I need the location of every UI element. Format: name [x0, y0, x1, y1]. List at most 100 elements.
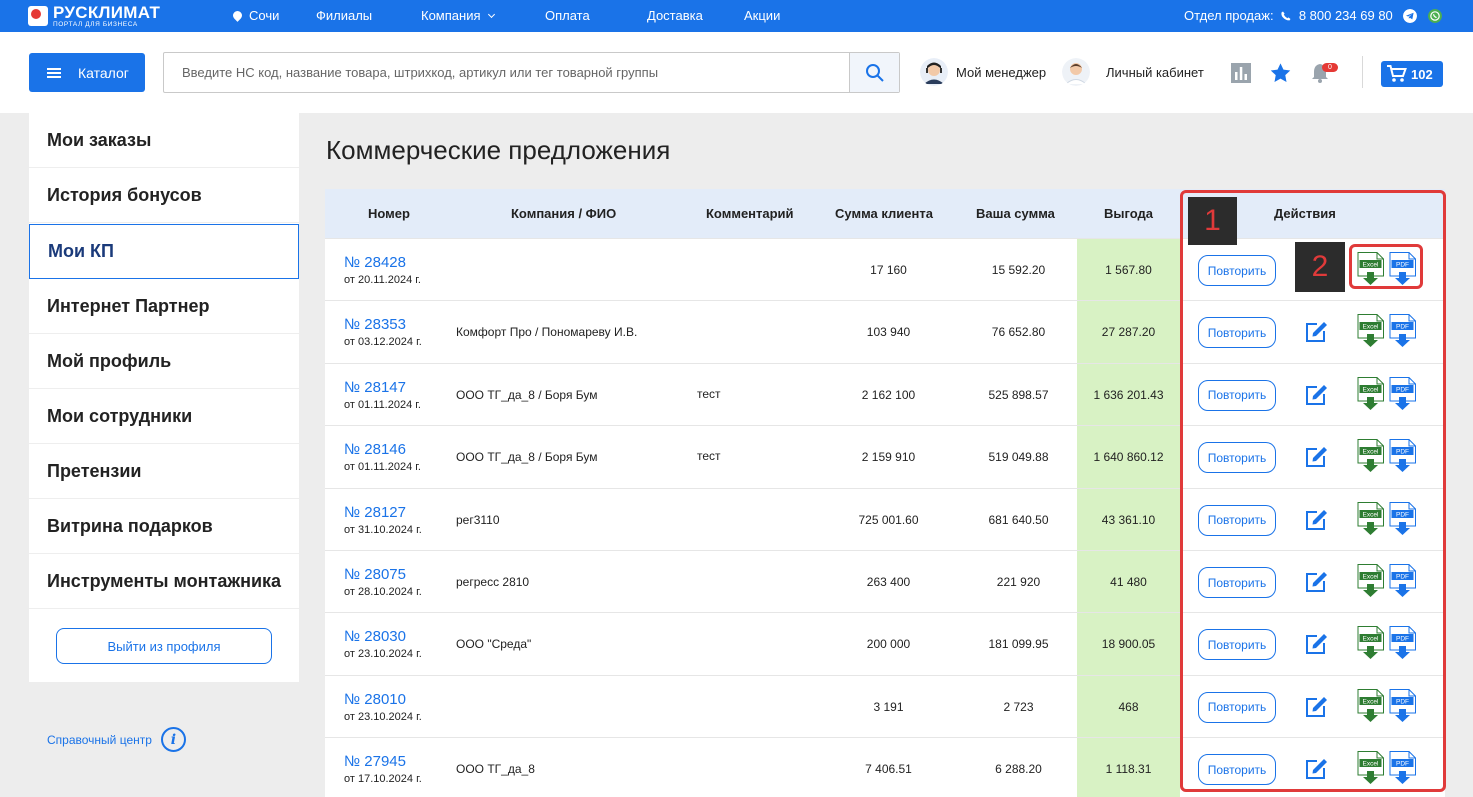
info-icon: i [160, 727, 186, 752]
offer-company: ООО ТГ_да_8 / Боря Бум [456, 387, 598, 402]
offer-number-link[interactable]: № 28353 [344, 316, 406, 333]
offer-client-sum: 3 191 [873, 699, 904, 714]
header-divider [1362, 56, 1363, 88]
sidebar-item-orders[interactable]: Мои заказы [29, 113, 299, 168]
notifications-badge: 0 [1322, 63, 1338, 72]
annotation-frame-downloads [1349, 244, 1423, 289]
offer-date: от 28.10.2024 г. [344, 586, 422, 598]
favorites-star-icon[interactable] [1270, 63, 1291, 83]
telegram-icon[interactable] [1403, 9, 1417, 23]
sidebar-item-internet-partner[interactable]: Интернет Партнер [29, 279, 299, 334]
column-comment: Комментарий [706, 206, 794, 221]
user-avatar-icon [1062, 58, 1090, 86]
offer-number-link[interactable]: № 28030 [344, 628, 406, 645]
offer-client-sum: 2 162 100 [861, 387, 916, 402]
offer-our-sum: 221 920 [996, 575, 1041, 589]
offer-our-sum: 76 652.80 [991, 325, 1046, 340]
logo-name: РУСКЛИМАТ [53, 2, 161, 22]
logout-button[interactable]: Выйти из профиля [56, 628, 272, 664]
search-icon [865, 63, 884, 82]
offer-client-sum: 725 001.60 [858, 512, 919, 527]
column-our-sum: Ваша сумма [976, 206, 1055, 221]
search-input[interactable] [164, 53, 850, 92]
offer-comment: тест [697, 386, 721, 401]
offer-profit: 468 [1118, 699, 1139, 714]
offer-our-sum: 181 099.95 [988, 637, 1049, 652]
nav-delivery[interactable]: Доставка [647, 8, 703, 23]
offer-company: Комфорт Про / Пономареву И.В. [456, 325, 638, 340]
offer-date: от 01.11.2024 г. [344, 461, 421, 474]
offer-date: от 01.11.2024 г. [344, 398, 421, 411]
offer-number-link[interactable]: № 28127 [344, 504, 406, 521]
offer-client-sum: 103 940 [866, 325, 911, 340]
city-selector[interactable]: Сочи [231, 8, 279, 23]
annotation-marker-1: 1 [1188, 197, 1237, 245]
offer-date: от 31.10.2024 г. [344, 523, 422, 536]
sidebar-item-installer-tools[interactable]: Инструменты монтажника [29, 554, 299, 609]
nav-payment[interactable]: Оплата [545, 8, 590, 23]
whatsapp-icon[interactable] [1428, 9, 1442, 23]
offer-profit: 1 567.80 [1105, 263, 1152, 277]
offer-company: ООО ТГ_да_8 [456, 762, 535, 777]
catalog-button[interactable]: Каталог [29, 53, 145, 92]
offer-profit: 1 640 860.12 [1093, 450, 1164, 465]
sidebar-item-claims[interactable]: Претензии [29, 444, 299, 499]
help-center-link[interactable]: Справочный центр i [47, 727, 186, 752]
header: Каталог Мой менеджер Личный кабинет 0 10… [0, 32, 1473, 113]
cart-icon [1387, 65, 1407, 82]
offer-profit: 1 636 201.43 [1093, 387, 1164, 402]
sidebar-item-my-kp[interactable]: Мои КП [29, 224, 299, 279]
column-company: Компания / ФИО [511, 206, 617, 221]
offer-company: ООО "Среда" [456, 637, 532, 652]
search-button[interactable] [849, 53, 899, 92]
offer-number-link[interactable]: № 28428 [344, 254, 406, 271]
sidebar-item-profile[interactable]: Мой профиль [29, 334, 299, 389]
offer-company: рег3110 [456, 512, 500, 527]
offer-client-sum: 200 000 [866, 637, 911, 652]
offer-profit: 1 118.31 [1105, 762, 1152, 777]
phone-icon [1281, 11, 1291, 21]
offer-number-link[interactable]: № 27945 [344, 753, 406, 770]
offer-number-link[interactable]: № 28075 [344, 566, 406, 583]
offer-date: от 23.10.2024 г. [344, 648, 422, 661]
stats-icon[interactable] [1231, 63, 1251, 83]
offer-profit: 41 480 [1110, 575, 1147, 589]
offer-comment: тест [697, 449, 721, 464]
offer-profit: 18 900.05 [1101, 637, 1156, 652]
nav-branches[interactable]: Филиалы [316, 8, 372, 23]
offer-client-sum: 263 400 [866, 575, 911, 589]
personal-account-link[interactable]: Личный кабинет [1062, 58, 1204, 86]
offer-our-sum: 2 723 [1003, 699, 1034, 714]
chevron-down-icon [487, 10, 495, 19]
offer-our-sum: 6 288.20 [995, 762, 1042, 777]
offer-number-link[interactable]: № 28147 [344, 379, 406, 396]
offer-company: регресс 2810 [456, 575, 530, 589]
logo[interactable]: РУСКЛИМАТ ПОРТАЛ ДЛЯ БИЗНЕСА [28, 3, 160, 29]
top-bar: РУСКЛИМАТ ПОРТАЛ ДЛЯ БИЗНЕСА Сочи Филиал… [0, 0, 1473, 32]
offer-our-sum: 519 049.88 [988, 450, 1049, 465]
sidebar-item-gifts[interactable]: Витрина подарков [29, 499, 299, 554]
sidebar-item-bonus-history[interactable]: История бонусов [29, 168, 299, 223]
offer-client-sum: 7 406.51 [865, 762, 912, 777]
offer-our-sum: 15 592.20 [991, 263, 1046, 277]
offer-profit: 43 361.10 [1101, 512, 1156, 527]
cart-button[interactable]: 102 [1381, 61, 1443, 87]
offer-client-sum: 2 159 910 [861, 450, 916, 465]
annotation-marker-2: 2 [1295, 242, 1345, 292]
offer-profit: 27 287.20 [1101, 325, 1156, 340]
logo-subtitle: ПОРТАЛ ДЛЯ БИЗНЕСА [53, 20, 138, 28]
column-profit: Выгода [1104, 206, 1153, 221]
offer-number-link[interactable]: № 28010 [344, 691, 406, 708]
nav-promotions[interactable]: Акции [744, 8, 780, 23]
sidebar-item-employees[interactable]: Мои сотрудники [29, 389, 299, 444]
offer-date: от 23.10.2024 г. [344, 710, 422, 723]
menu-icon [47, 67, 61, 78]
search-bar [163, 52, 900, 93]
nav-company[interactable]: Компания [421, 8, 495, 23]
my-manager-link[interactable]: Мой менеджер [920, 58, 1046, 86]
sales-phone[interactable]: Отдел продаж: 8 800 234 69 80 [1184, 8, 1393, 23]
sidebar: Мои заказы История бонусов Мои КП Интерн… [29, 113, 299, 682]
offer-our-sum: 681 640.50 [988, 512, 1049, 527]
manager-avatar-icon [920, 58, 948, 86]
offer-number-link[interactable]: № 28146 [344, 441, 406, 458]
